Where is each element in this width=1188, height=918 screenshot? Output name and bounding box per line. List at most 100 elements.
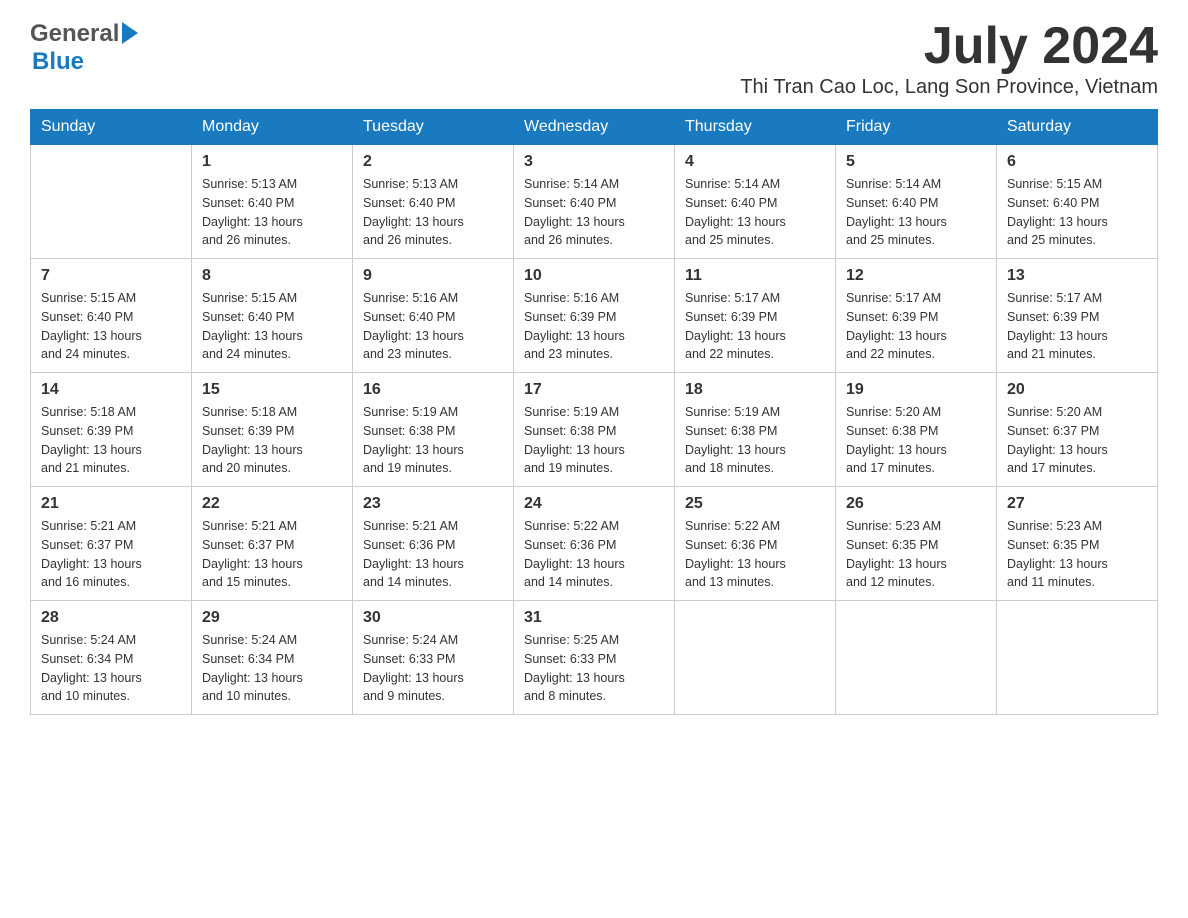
table-row: 17 Sunrise: 5:19 AM Sunset: 6:38 PM Dayli…	[514, 373, 675, 487]
day-info: Sunrise: 5:19 AM Sunset: 6:38 PM Dayligh…	[524, 403, 664, 478]
day-info: Sunrise: 5:17 AM Sunset: 6:39 PM Dayligh…	[685, 289, 825, 364]
table-row: 6 Sunrise: 5:15 AM Sunset: 6:40 PM Daylig…	[997, 145, 1158, 259]
day-info: Sunrise: 5:18 AM Sunset: 6:39 PM Dayligh…	[202, 403, 342, 478]
day-number: 25	[685, 495, 825, 513]
day-number: 9	[363, 267, 503, 285]
table-row: 3 Sunrise: 5:14 AM Sunset: 6:40 PM Daylig…	[514, 145, 675, 259]
day-info: Sunrise: 5:16 AM Sunset: 6:39 PM Dayligh…	[524, 289, 664, 364]
day-info: Sunrise: 5:17 AM Sunset: 6:39 PM Dayligh…	[846, 289, 986, 364]
table-row	[675, 601, 836, 715]
day-info: Sunrise: 5:25 AM Sunset: 6:33 PM Dayligh…	[524, 631, 664, 706]
day-number: 29	[202, 609, 342, 627]
page-header: General Blue July 2024 Thi Tran Cao Loc,…	[30, 20, 1158, 99]
table-row: 4 Sunrise: 5:14 AM Sunset: 6:40 PM Daylig…	[675, 145, 836, 259]
day-info: Sunrise: 5:15 AM Sunset: 6:40 PM Dayligh…	[1007, 175, 1147, 250]
day-number: 4	[685, 153, 825, 171]
table-row: 25 Sunrise: 5:22 AM Sunset: 6:36 PM Dayli…	[675, 487, 836, 601]
col-thursday: Thursday	[675, 110, 836, 145]
table-row	[836, 601, 997, 715]
table-row: 13 Sunrise: 5:17 AM Sunset: 6:39 PM Dayli…	[997, 259, 1158, 373]
col-wednesday: Wednesday	[514, 110, 675, 145]
logo-blue-text: Blue	[32, 48, 138, 76]
day-number: 10	[524, 267, 664, 285]
table-row: 12 Sunrise: 5:17 AM Sunset: 6:39 PM Dayli…	[836, 259, 997, 373]
table-row: 19 Sunrise: 5:20 AM Sunset: 6:38 PM Dayli…	[836, 373, 997, 487]
table-row: 29 Sunrise: 5:24 AM Sunset: 6:34 PM Dayli…	[192, 601, 353, 715]
table-row: 22Sunrise: 5:21 AM Sunset: 6:37 PM Dayli…	[192, 487, 353, 601]
day-number: 14	[41, 381, 181, 399]
day-number: 28	[41, 609, 181, 627]
table-row: 8 Sunrise: 5:15 AM Sunset: 6:40 PM Daylig…	[192, 259, 353, 373]
day-number: 27	[1007, 495, 1147, 513]
day-number: 1	[202, 153, 342, 171]
table-row: 14 Sunrise: 5:18 AM Sunset: 6:39 PM Dayli…	[31, 373, 192, 487]
logo: General Blue	[30, 20, 138, 76]
day-info: Sunrise: 5:14 AM Sunset: 6:40 PM Dayligh…	[524, 175, 664, 250]
day-number: 6	[1007, 153, 1147, 171]
day-info: Sunrise: 5:24 AM Sunset: 6:34 PM Dayligh…	[41, 631, 181, 706]
table-row: 28 Sunrise: 5:24 AM Sunset: 6:34 PM Dayli…	[31, 601, 192, 715]
day-number: 2	[363, 153, 503, 171]
table-row: 2 Sunrise: 5:13 AM Sunset: 6:40 PM Daylig…	[353, 145, 514, 259]
day-number: 16	[363, 381, 503, 399]
col-saturday: Saturday	[997, 110, 1158, 145]
day-info: Sunrise: 5:13 AM Sunset: 6:40 PM Dayligh…	[202, 175, 342, 250]
table-row: 18Sunrise: 5:19 AM Sunset: 6:38 PM Dayli…	[675, 373, 836, 487]
table-row: 21 Sunrise: 5:21 AM Sunset: 6:37 PM Dayli…	[31, 487, 192, 601]
day-info: Sunrise: 5:17 AM Sunset: 6:39 PM Dayligh…	[1007, 289, 1147, 364]
day-number: 22	[202, 495, 342, 513]
day-info: Sunrise: 5:13 AM Sunset: 6:40 PM Dayligh…	[363, 175, 503, 250]
day-info: Sunrise: 5:21 AM Sunset: 6:36 PM Dayligh…	[363, 517, 503, 592]
day-number: 13	[1007, 267, 1147, 285]
table-row	[997, 601, 1158, 715]
calendar-week-row: 28 Sunrise: 5:24 AM Sunset: 6:34 PM Dayli…	[31, 601, 1158, 715]
day-number: 21	[41, 495, 181, 513]
day-info: Sunrise: 5:15 AM Sunset: 6:40 PM Dayligh…	[202, 289, 342, 364]
table-row: 11Sunrise: 5:17 AM Sunset: 6:39 PM Dayli…	[675, 259, 836, 373]
calendar-week-row: 14 Sunrise: 5:18 AM Sunset: 6:39 PM Dayli…	[31, 373, 1158, 487]
day-number: 8	[202, 267, 342, 285]
calendar-week-row: 21 Sunrise: 5:21 AM Sunset: 6:37 PM Dayli…	[31, 487, 1158, 601]
day-number: 24	[524, 495, 664, 513]
table-row: 27 Sunrise: 5:23 AM Sunset: 6:35 PM Dayli…	[997, 487, 1158, 601]
location-subtitle: Thi Tran Cao Loc, Lang Son Province, Vie…	[740, 76, 1158, 99]
logo-arrow-icon	[122, 22, 138, 44]
day-number: 12	[846, 267, 986, 285]
day-info: Sunrise: 5:24 AM Sunset: 6:34 PM Dayligh…	[202, 631, 342, 706]
day-info: Sunrise: 5:22 AM Sunset: 6:36 PM Dayligh…	[685, 517, 825, 592]
day-number: 30	[363, 609, 503, 627]
day-number: 20	[1007, 381, 1147, 399]
calendar-week-row: 1 Sunrise: 5:13 AM Sunset: 6:40 PM Daylig…	[31, 145, 1158, 259]
day-info: Sunrise: 5:23 AM Sunset: 6:35 PM Dayligh…	[1007, 517, 1147, 592]
day-info: Sunrise: 5:20 AM Sunset: 6:38 PM Dayligh…	[846, 403, 986, 478]
day-info: Sunrise: 5:19 AM Sunset: 6:38 PM Dayligh…	[685, 403, 825, 478]
day-info: Sunrise: 5:24 AM Sunset: 6:33 PM Dayligh…	[363, 631, 503, 706]
day-info: Sunrise: 5:14 AM Sunset: 6:40 PM Dayligh…	[685, 175, 825, 250]
day-number: 5	[846, 153, 986, 171]
col-monday: Monday	[192, 110, 353, 145]
day-number: 17	[524, 381, 664, 399]
table-row: 30 Sunrise: 5:24 AM Sunset: 6:33 PM Dayli…	[353, 601, 514, 715]
day-info: Sunrise: 5:16 AM Sunset: 6:40 PM Dayligh…	[363, 289, 503, 364]
table-row: 15Sunrise: 5:18 AM Sunset: 6:39 PM Dayli…	[192, 373, 353, 487]
calendar-header-row: Sunday Monday Tuesday Wednesday Thursday…	[31, 110, 1158, 145]
table-row: 20 Sunrise: 5:20 AM Sunset: 6:37 PM Dayli…	[997, 373, 1158, 487]
day-number: 23	[363, 495, 503, 513]
day-info: Sunrise: 5:18 AM Sunset: 6:39 PM Dayligh…	[41, 403, 181, 478]
day-info: Sunrise: 5:20 AM Sunset: 6:37 PM Dayligh…	[1007, 403, 1147, 478]
title-block: July 2024 Thi Tran Cao Loc, Lang Son Pro…	[740, 20, 1158, 99]
table-row: 16 Sunrise: 5:19 AM Sunset: 6:38 PM Dayli…	[353, 373, 514, 487]
col-tuesday: Tuesday	[353, 110, 514, 145]
day-number: 3	[524, 153, 664, 171]
table-row: 23 Sunrise: 5:21 AM Sunset: 6:36 PM Dayli…	[353, 487, 514, 601]
calendar-table: Sunday Monday Tuesday Wednesday Thursday…	[30, 109, 1158, 715]
table-row: 5Sunrise: 5:14 AM Sunset: 6:40 PM Daylig…	[836, 145, 997, 259]
table-row: 7Sunrise: 5:15 AM Sunset: 6:40 PM Daylig…	[31, 259, 192, 373]
table-row: 1 Sunrise: 5:13 AM Sunset: 6:40 PM Daylig…	[192, 145, 353, 259]
day-number: 19	[846, 381, 986, 399]
logo-general-text: General	[30, 20, 119, 48]
col-friday: Friday	[836, 110, 997, 145]
table-row: 31Sunrise: 5:25 AM Sunset: 6:33 PM Dayli…	[514, 601, 675, 715]
day-info: Sunrise: 5:19 AM Sunset: 6:38 PM Dayligh…	[363, 403, 503, 478]
day-info: Sunrise: 5:21 AM Sunset: 6:37 PM Dayligh…	[41, 517, 181, 592]
